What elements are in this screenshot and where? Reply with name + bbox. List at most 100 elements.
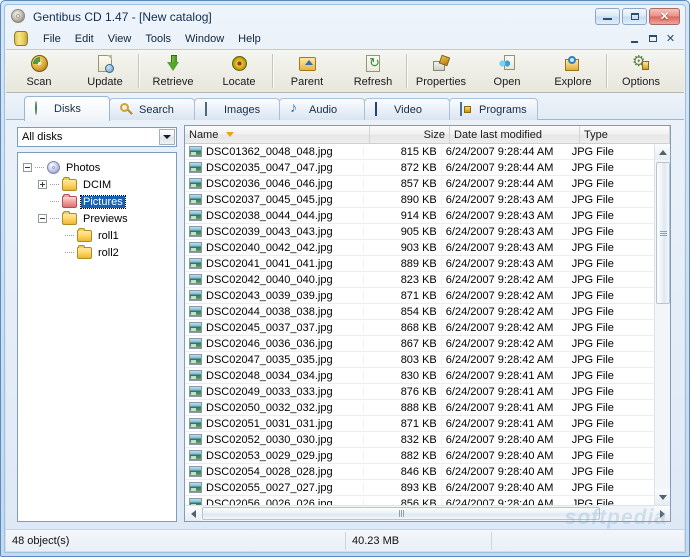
- column-header-type[interactable]: Type: [580, 126, 670, 143]
- main-toolbar: Scan Update Retrieve Locate Parent ↻ Ref…: [6, 49, 684, 93]
- scroll-up-button[interactable]: [655, 144, 670, 160]
- file-name-cell: DSC02049_0033_033.jpg: [185, 385, 365, 398]
- menu-item-edit[interactable]: Edit: [68, 31, 101, 47]
- disk-filter-value: All disks: [22, 131, 63, 143]
- toolbar-button-locate[interactable]: Locate: [206, 50, 272, 93]
- file-row[interactable]: DSC02048_0034_034.jpg 830 KB 6/24/2007 9:2…: [185, 368, 655, 384]
- tab-disks[interactable]: Disks: [24, 96, 110, 121]
- toolbar-button-properties[interactable]: Properties: [408, 50, 474, 93]
- file-row[interactable]: DSC02042_0040_040.jpg 823 KB 6/24/2007 9:2…: [185, 272, 655, 288]
- tab-images[interactable]: Images: [194, 98, 280, 120]
- file-row[interactable]: DSC02053_0029_029.jpg 882 KB 6/24/2007 9:2…: [185, 448, 655, 464]
- tab-programs[interactable]: Programs: [449, 98, 538, 120]
- scroll-right-button[interactable]: [654, 506, 670, 521]
- disk-filter-combobox[interactable]: All disks: [17, 127, 177, 147]
- column-header-label: Name: [189, 128, 219, 141]
- maximize-button[interactable]: [622, 8, 647, 25]
- file-name-label: DSC02044_0038_038.jpg: [206, 305, 333, 318]
- horizontal-scrollbar-track[interactable]: [601, 506, 654, 521]
- toolbar-button-parent[interactable]: Parent: [274, 50, 340, 93]
- horizontal-scrollbar-thumb[interactable]: [202, 507, 600, 520]
- tree-item-roll1[interactable]: roll1: [18, 227, 176, 244]
- tree-collapse-icon[interactable]: [38, 214, 47, 223]
- file-type-cell: JPG File: [571, 321, 614, 334]
- tab-search[interactable]: Search: [109, 98, 195, 120]
- file-size-cell: 914 KB: [364, 209, 442, 222]
- file-row[interactable]: DSC02052_0030_030.jpg 832 KB 6/24/2007 9:2…: [185, 432, 655, 448]
- file-date-cell: 6/24/2007 9:28:44 AM: [445, 177, 554, 190]
- tab-audio[interactable]: Audio: [279, 98, 365, 120]
- file-row[interactable]: DSC02046_0036_036.jpg 867 KB 6/24/2007 9:2…: [185, 336, 655, 352]
- file-type-cell: JPG File: [571, 209, 614, 222]
- file-row[interactable]: DSC02043_0039_039.jpg 871 KB 6/24/2007 9:2…: [185, 288, 655, 304]
- file-name-cell: DSC02045_0037_037.jpg: [185, 321, 365, 334]
- file-row[interactable]: DSC02036_0046_046.jpg 857 KB 6/24/2007 9:2…: [185, 176, 655, 192]
- tree-collapse-icon[interactable]: [23, 163, 32, 172]
- file-row[interactable]: DSC02049_0033_033.jpg 876 KB 6/24/2007 9:2…: [185, 384, 655, 400]
- file-row[interactable]: DSC02050_0032_032.jpg 888 KB 6/24/2007 9:2…: [185, 400, 655, 416]
- toolbar-button-scan[interactable]: Scan: [6, 50, 72, 93]
- file-row[interactable]: DSC02035_0047_047.jpg 872 KB 6/24/2007 9:2…: [185, 160, 655, 176]
- vertical-scrollbar[interactable]: [654, 144, 670, 505]
- file-row[interactable]: DSC02039_0043_043.jpg 905 KB 6/24/2007 9:2…: [185, 224, 655, 240]
- file-row[interactable]: DSC02047_0035_035.jpg 803 KB 6/24/2007 9:2…: [185, 352, 655, 368]
- file-row[interactable]: DSC02037_0045_045.jpg 890 KB 6/24/2007 9:2…: [185, 192, 655, 208]
- mdi-minimize-button[interactable]: [626, 31, 643, 46]
- menu-item-window[interactable]: Window: [178, 31, 231, 47]
- file-row[interactable]: DSC02055_0027_027.jpg 893 KB 6/24/2007 9:2…: [185, 480, 655, 496]
- image-file-icon: [189, 226, 202, 237]
- tree-item-dcim[interactable]: DCIM: [18, 176, 176, 193]
- file-row[interactable]: DSC02045_0037_037.jpg 868 KB 6/24/2007 9:2…: [185, 320, 655, 336]
- file-row[interactable]: DSC02056_0026_026.jpg 856 KB 6/24/2007 9:2…: [185, 496, 655, 505]
- file-name-label: DSC02052_0030_030.jpg: [206, 433, 333, 446]
- file-name-cell: DSC01362_0048_048.jpg: [185, 145, 365, 158]
- column-header-label: Type: [584, 128, 608, 141]
- file-row[interactable]: DSC02041_0041_041.jpg 889 KB 6/24/2007 9:2…: [185, 256, 655, 272]
- vertical-scrollbar-thumb[interactable]: [656, 162, 670, 304]
- menu-item-help[interactable]: Help: [231, 31, 268, 47]
- menu-item-file[interactable]: File: [36, 31, 68, 47]
- file-name-label: DSC02053_0029_029.jpg: [206, 449, 333, 462]
- file-row[interactable]: DSC01362_0048_048.jpg 815 KB 6/24/2007 9:2…: [185, 144, 655, 160]
- column-header-date-last-modified[interactable]: Date last modified: [450, 126, 580, 143]
- toolbar-button-open[interactable]: Open: [474, 50, 540, 93]
- tab-video[interactable]: Video: [364, 98, 450, 120]
- toolbar-button-retrieve[interactable]: Retrieve: [140, 50, 206, 93]
- menu-item-view[interactable]: View: [101, 31, 139, 47]
- tree-item-photos[interactable]: Photos: [18, 159, 176, 176]
- file-list-body[interactable]: DSC01362_0048_048.jpg 815 KB 6/24/2007 9:2…: [185, 144, 655, 505]
- file-row[interactable]: DSC02044_0038_038.jpg 854 KB 6/24/2007 9:2…: [185, 304, 655, 320]
- scroll-left-button[interactable]: [185, 506, 201, 521]
- scroll-down-button[interactable]: [655, 489, 670, 505]
- column-header-name[interactable]: Name: [185, 126, 370, 143]
- mdi-restore-button[interactable]: [644, 31, 661, 46]
- close-button[interactable]: ✕: [649, 8, 680, 25]
- tree-item-roll2[interactable]: roll2: [18, 244, 176, 261]
- mdi-close-button[interactable]: ✕: [662, 31, 679, 46]
- toolbar-button-update[interactable]: Update: [72, 50, 138, 93]
- properties-icon: [431, 54, 451, 74]
- image-file-icon: [189, 418, 202, 429]
- toolbar-label: Options: [622, 76, 660, 88]
- file-row[interactable]: DSC02040_0042_042.jpg 903 KB 6/24/2007 9:2…: [185, 240, 655, 256]
- folder-tree[interactable]: Photos DCIM Pictures Previews roll1 roll2: [17, 152, 177, 522]
- file-size-cell: 903 KB: [364, 241, 442, 254]
- image-file-icon: [189, 450, 202, 461]
- toolbar-button-options[interactable]: Options: [608, 50, 674, 93]
- tree-item-pictures[interactable]: Pictures: [18, 193, 176, 210]
- file-row[interactable]: DSC02038_0044_044.jpg 914 KB 6/24/2007 9:2…: [185, 208, 655, 224]
- chevron-down-icon[interactable]: [159, 129, 175, 145]
- file-name-cell: DSC02035_0047_047.jpg: [185, 161, 365, 174]
- toolbar-button-explore[interactable]: Explore: [540, 50, 606, 93]
- menu-item-tools[interactable]: Tools: [138, 31, 178, 47]
- file-name-cell: DSC02040_0042_042.jpg: [185, 241, 365, 254]
- file-row[interactable]: DSC02054_0028_028.jpg 846 KB 6/24/2007 9:2…: [185, 464, 655, 480]
- toolbar-button-refresh[interactable]: Refresh: [340, 50, 406, 93]
- tree-expand-icon[interactable]: [38, 180, 47, 189]
- minimize-button[interactable]: [595, 8, 620, 25]
- tree-item-previews[interactable]: Previews: [18, 210, 176, 227]
- file-row[interactable]: DSC02051_0031_031.jpg 871 KB 6/24/2007 9:2…: [185, 416, 655, 432]
- horizontal-scrollbar[interactable]: [185, 505, 670, 521]
- mdi-close-icon: ✕: [665, 33, 676, 45]
- column-header-size[interactable]: Size: [370, 126, 450, 143]
